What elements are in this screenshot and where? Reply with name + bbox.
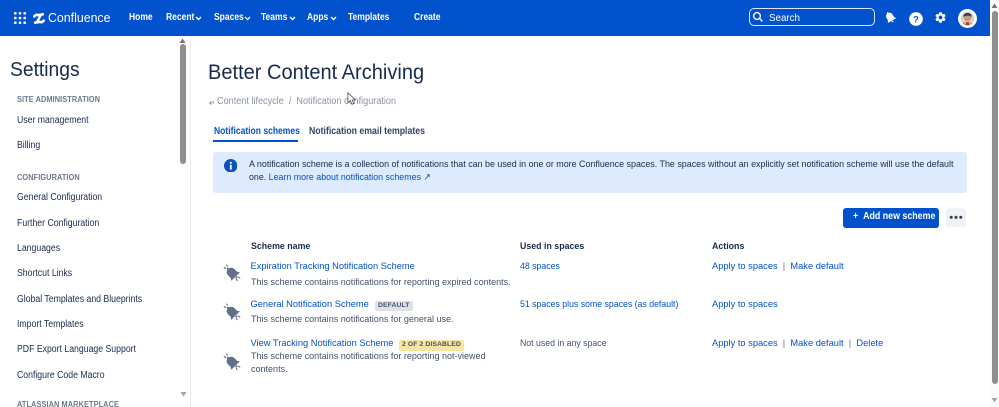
- svg-text:?: ?: [913, 14, 919, 24]
